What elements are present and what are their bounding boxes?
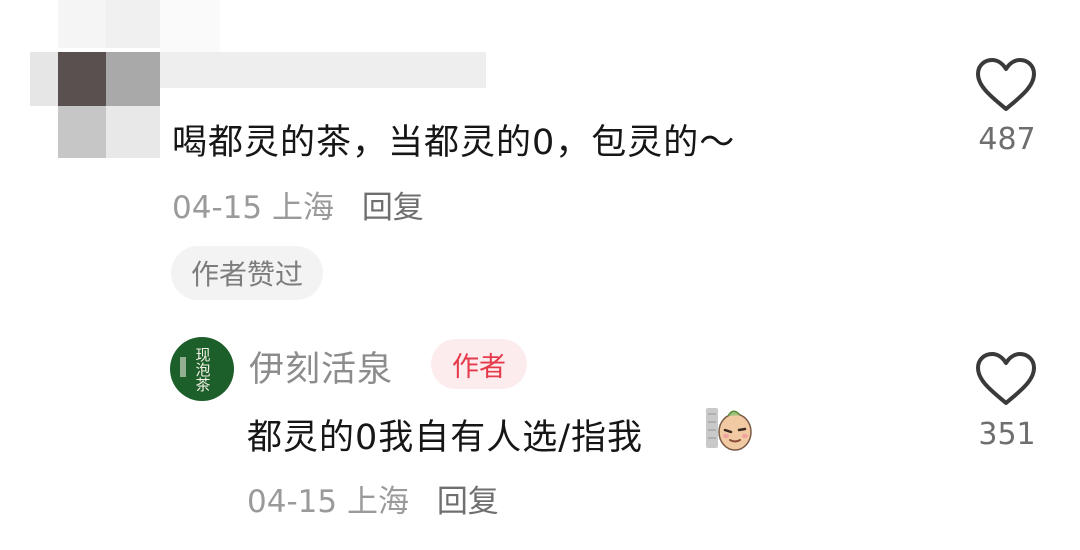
reply-button[interactable]: 回复 [437, 484, 499, 520]
heart-outline-icon [976, 58, 1036, 111]
comment-meta: 04-15 上海 回复 [172, 182, 424, 227]
reply-date: 04-15 [247, 484, 338, 520]
reply-username[interactable]: 伊刻活泉 [249, 341, 393, 392]
comment-text: 喝都灵的茶，当都灵的0，包灵的～ [172, 123, 736, 163]
reply-text: 都灵的0我自有人选/指我 [247, 418, 644, 458]
avatar-text: 现泡茶 [193, 346, 212, 392]
like-count: 351 [978, 417, 1036, 452]
like-button[interactable] [973, 56, 1043, 114]
liked-by-author-badge: 作者赞过 [171, 246, 324, 300]
author-avatar[interactable]: 现泡茶 [170, 337, 234, 401]
reply-button[interactable]: 回复 [362, 190, 424, 226]
comment-date: 04-15 [172, 190, 263, 226]
comment-location: 上海 [271, 190, 334, 226]
like-count: 487 [978, 122, 1036, 157]
reply-location: 上海 [346, 484, 409, 520]
dog-face-emoji-icon [706, 408, 752, 451]
heart-outline-icon [976, 352, 1036, 405]
author-badge: 作者 [431, 339, 527, 389]
reply-meta: 04-15 上海 回复 [247, 476, 499, 521]
like-button[interactable] [973, 350, 1043, 408]
